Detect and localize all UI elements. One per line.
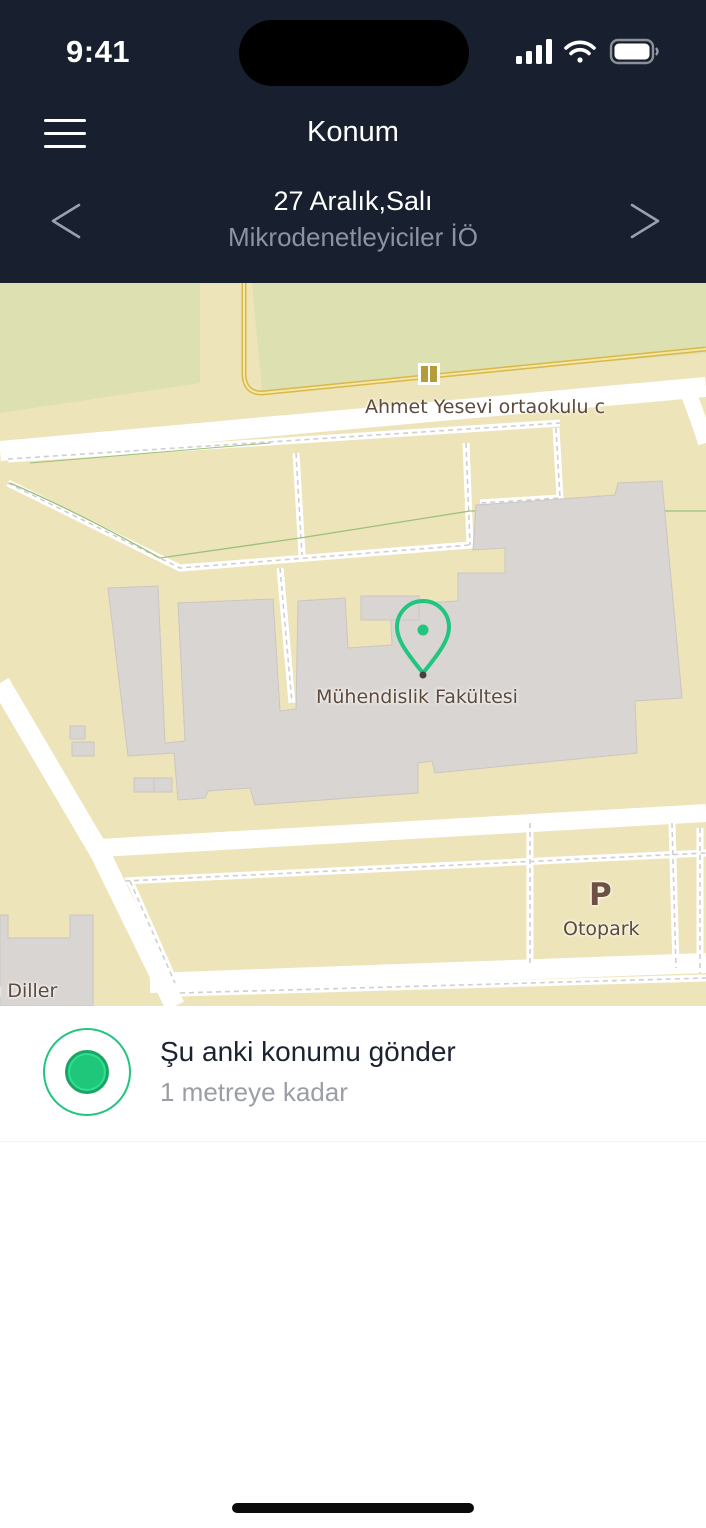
- map-view[interactable]: Ahmet Yesevi ortaokulu c Mühendislik Fak…: [0, 283, 706, 1006]
- battery-icon: [609, 38, 659, 65]
- map-label-parking: Otopark: [563, 918, 640, 940]
- home-indicator[interactable]: [232, 1503, 474, 1513]
- next-day-button[interactable]: [622, 196, 666, 246]
- page-title: Konum: [307, 116, 399, 148]
- current-location-icon: [43, 1028, 131, 1116]
- school-icon: [418, 363, 440, 385]
- status-icons: [516, 38, 659, 65]
- wifi-icon: [564, 40, 596, 63]
- app-header: 9:41 Konum 27 Aralık,Salı Mikrodenetleyi…: [0, 0, 706, 283]
- course-label: Mikrodenetleyiciler İÖ: [228, 222, 478, 252]
- chevron-right-icon: [630, 203, 660, 239]
- status-time: 9:41: [66, 34, 131, 69]
- location-dot: [65, 1050, 109, 1094]
- map-label-school: Ahmet Yesevi ortaokulu c: [365, 396, 606, 418]
- parking-icon: P: [589, 877, 612, 913]
- send-current-location-option[interactable]: Şu anki konumu gönder 1 metreye kadar: [0, 1006, 706, 1142]
- send-location-accuracy: 1 metreye kadar: [160, 1077, 348, 1107]
- dynamic-island: [239, 20, 469, 86]
- map-label-faculty: Mühendislik Fakültesi: [316, 686, 518, 708]
- map-label-diller: ı Diller: [0, 980, 58, 1002]
- date-label: 27 Aralık,Salı: [273, 186, 433, 216]
- send-location-title: Şu anki konumu gönder: [160, 1036, 456, 1067]
- signal-icon: [516, 39, 552, 64]
